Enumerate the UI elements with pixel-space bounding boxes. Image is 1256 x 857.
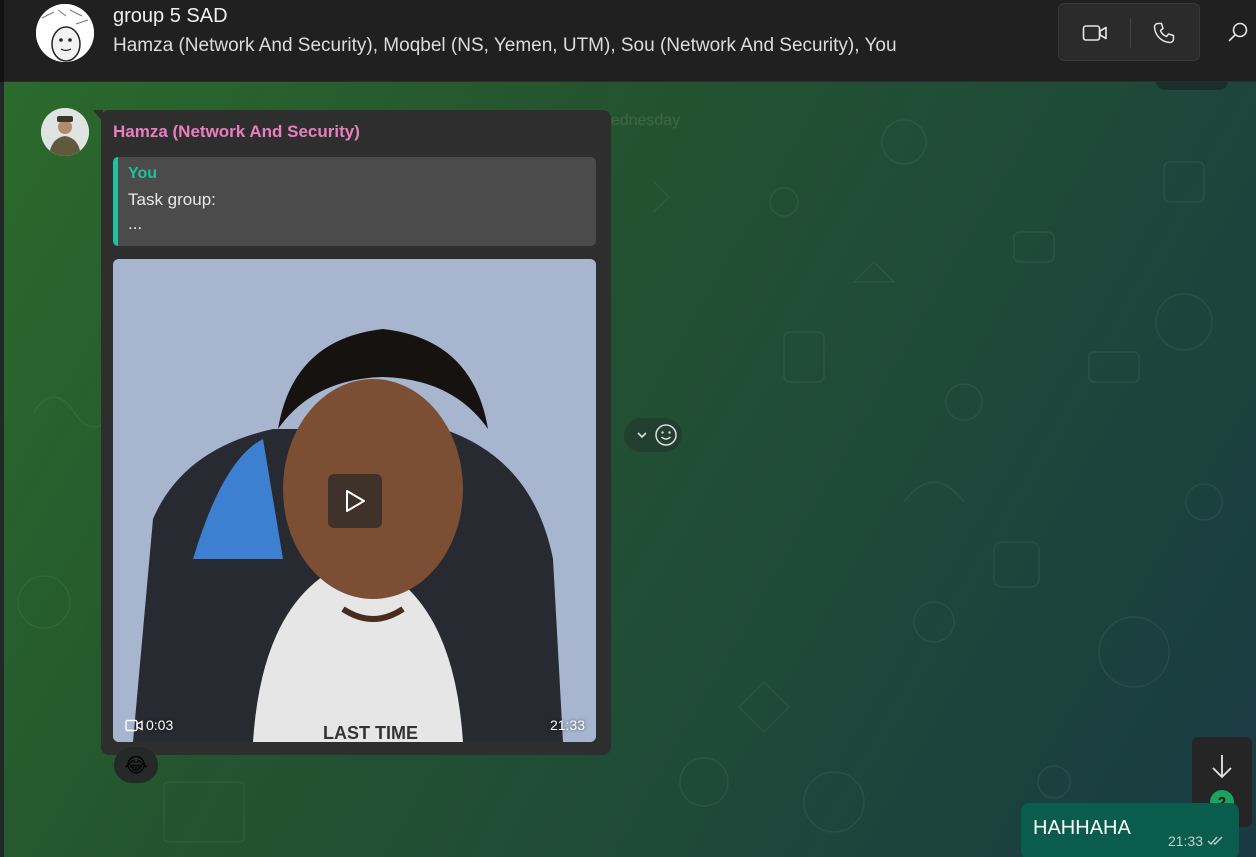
previous-message-edge — [1156, 82, 1228, 90]
sender-avatar[interactable] — [41, 108, 89, 156]
outgoing-message-meta: 21:33 — [1168, 833, 1225, 849]
video-duration-text: 0:03 — [146, 717, 174, 733]
reaction-badge[interactable]: 😂 — [114, 747, 158, 783]
add-reaction-button[interactable] — [654, 423, 678, 452]
laughing-emoji: 😂 — [124, 754, 148, 777]
read-check-icon — [1207, 836, 1223, 846]
divider — [1130, 18, 1131, 48]
search-button[interactable] — [1222, 16, 1254, 48]
sender-name[interactable]: Hamza (Network And Security) — [113, 122, 360, 142]
chat-header: group 5 SAD Hamza (Network And Security)… — [0, 0, 1256, 82]
chat-messages-area[interactable]: Wednesday Hamza (Network And Security) Y… — [4, 82, 1256, 857]
video-thumbnail[interactable]: LAST TIME 0:03 21:33 — [113, 259, 596, 742]
svg-text:LAST TIME: LAST TIME — [323, 723, 418, 742]
message-menu-button[interactable] — [636, 425, 648, 450]
quote-text: Task group: ... — [128, 190, 216, 233]
play-button[interactable] — [328, 474, 382, 528]
chat-title[interactable]: group 5 SAD — [113, 5, 228, 28]
outgoing-message[interactable]: HAHHAHA 21:33 — [1021, 803, 1239, 857]
voice-call-icon — [1153, 22, 1175, 44]
message-actions — [624, 418, 682, 452]
emoji-icon — [655, 424, 677, 446]
video-icon — [125, 719, 143, 731]
play-icon — [346, 490, 365, 512]
quote-author: You — [128, 165, 158, 182]
outgoing-timestamp: 21:33 — [1167, 833, 1203, 849]
message-timestamp: 21:33 — [549, 717, 585, 733]
call-buttons-group — [1058, 3, 1200, 61]
arrow-down-icon — [1212, 755, 1232, 779]
video-call-icon — [1082, 25, 1107, 41]
window-edge — [0, 0, 4, 82]
quote-bar — [113, 157, 118, 246]
chevron-down-icon — [637, 432, 647, 439]
video-duration: 0:03 — [125, 717, 173, 733]
video-call-button[interactable] — [1079, 17, 1111, 49]
search-icon — [1228, 22, 1248, 42]
quoted-reply[interactable]: You Task group: ... — [113, 157, 596, 246]
bubble-tail — [93, 110, 103, 122]
chat-members-list[interactable]: Hamza (Network And Security), Moqbel (NS… — [113, 35, 897, 57]
voice-call-button[interactable] — [1148, 17, 1180, 49]
incoming-message[interactable]: Hamza (Network And Security) You Task gr… — [93, 110, 611, 755]
group-avatar[interactable] — [36, 4, 94, 62]
outgoing-message-text: HAHHAHA — [1033, 817, 1131, 839]
